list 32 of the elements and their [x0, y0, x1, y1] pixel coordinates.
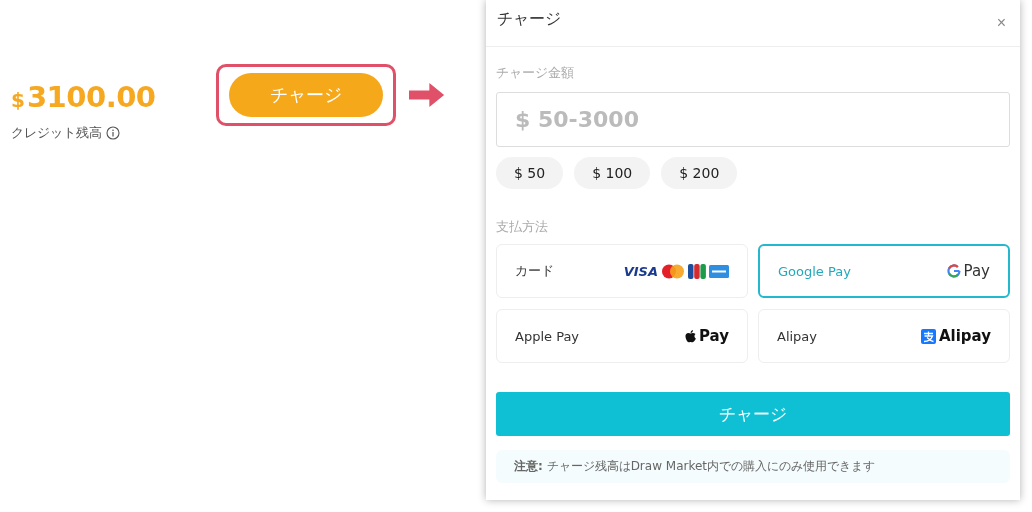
payment-option[interactable]: Alipay Alipay — [758, 309, 1010, 363]
balance-amount: 3100.00 — [26, 80, 156, 114]
alipay-icon — [920, 328, 936, 344]
payment-option[interactable]: Apple Pay Pay — [496, 309, 748, 363]
card-icon — [709, 264, 729, 278]
payment-option[interactable]: Google Pay Pay — [758, 244, 1010, 298]
arrow-icon — [409, 80, 446, 110]
currency-symbol: $ — [11, 88, 25, 112]
g-icon — [946, 264, 961, 278]
amount-chip[interactable]: $ 50 — [496, 157, 564, 189]
alipay-logo-text: Alipay — [938, 327, 991, 345]
overlapping-circles-icon — [661, 263, 685, 279]
amount-label: チャージ金額 — [496, 64, 575, 82]
amount-field[interactable]: $ 50-3000 — [496, 92, 1010, 147]
balance-label: クレジット残高 — [11, 124, 102, 142]
payment-option-label: Alipay — [777, 328, 818, 344]
close-button[interactable]: × — [996, 14, 1006, 32]
note-text: 注意: チャージ残高はDraw Market内での購入にのみ使用できます — [496, 450, 1010, 483]
amount-chip[interactable]: $ 100 — [574, 157, 651, 189]
payment-option-label: Google Pay — [778, 263, 851, 279]
payment-option-label: Apple Pay — [515, 328, 580, 344]
card-stripes-icon — [688, 263, 706, 279]
apple-icon — [684, 329, 696, 343]
pay-logo-text: Pay — [698, 327, 729, 345]
visa-logo: VISA — [623, 263, 658, 279]
payment-method-label: 支払方法 — [496, 218, 549, 236]
pay-logo-text: Pay — [963, 262, 990, 280]
amount-chip[interactable]: $ 200 — [661, 157, 738, 189]
payment-option[interactable]: カード VISA — [496, 244, 748, 298]
dialog-title: チャージ — [497, 8, 561, 30]
info-icon[interactable] — [106, 126, 120, 140]
payment-option-label: カード — [515, 262, 554, 280]
